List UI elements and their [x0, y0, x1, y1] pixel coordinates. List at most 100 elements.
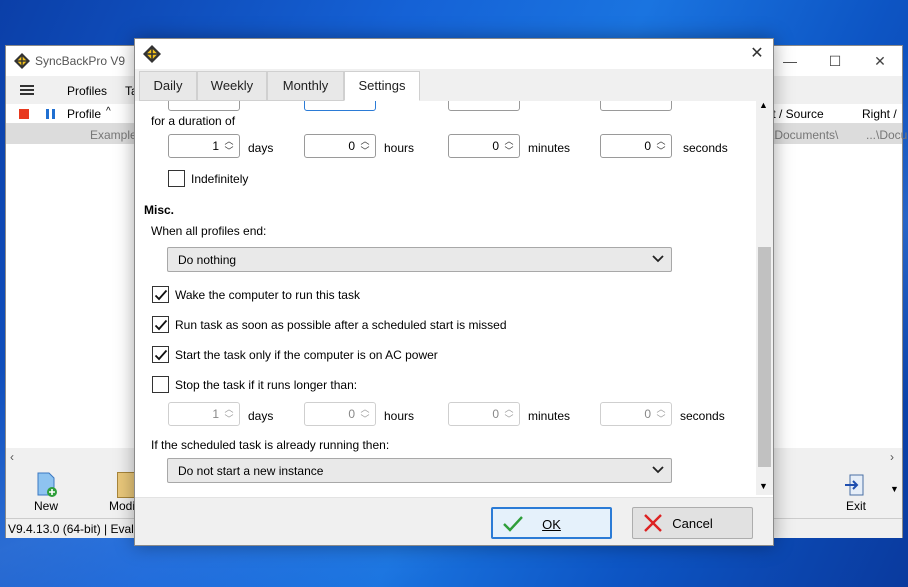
stop-minutes-unit: minutes [528, 409, 571, 423]
hamburger-menu-icon[interactable] [20, 85, 34, 95]
scroll-right-icon[interactable]: › [890, 450, 894, 464]
vertical-scrollbar[interactable]: ▲ ▼ [756, 100, 773, 495]
scrollbar-thumb[interactable] [758, 247, 771, 467]
spin-up-icon[interactable]: ︿ [654, 136, 668, 146]
cutoff-spin-3[interactable] [448, 101, 520, 111]
duration-hours-spin[interactable]: 0 ︿ ﹀ [304, 134, 376, 158]
syncback-logo-icon [143, 45, 161, 63]
tab-monthly[interactable]: Monthly [267, 71, 344, 101]
ac-power-label[interactable]: Start the task only if the computer is o… [175, 348, 438, 362]
spin-down-icon[interactable]: ﹀ [358, 146, 372, 156]
ok-button[interactable]: OK [491, 507, 612, 539]
dialog-footer: OK Cancel [135, 497, 773, 545]
chevron-down-icon [652, 466, 664, 474]
tab-settings[interactable]: Settings [344, 71, 420, 101]
stop-days-spin[interactable]: 1 ︿ ﹀ [168, 402, 240, 426]
stop-seconds-spin[interactable]: 0 ︿ ﹀ [600, 402, 672, 426]
new-document-icon [37, 472, 57, 497]
duration-days-value: 1 [212, 139, 219, 153]
column-profile[interactable]: Profile [67, 107, 101, 121]
close-main-button[interactable]: ✕ [857, 46, 903, 76]
cancel-button[interactable]: Cancel [632, 507, 753, 539]
stop-minutes-spin[interactable]: 0 ︿ ﹀ [448, 402, 520, 426]
dialog-close-icon[interactable]: ✕ [741, 39, 773, 69]
column-right[interactable]: Right / [862, 107, 897, 121]
new-label[interactable]: New [34, 499, 58, 513]
duration-seconds-value: 0 [644, 139, 651, 153]
already-running-value: Do not start a new instance [178, 464, 324, 478]
stop-seconds-value: 0 [644, 407, 651, 421]
stop-seconds-unit: seconds [680, 409, 725, 423]
already-running-select[interactable]: Do not start a new instance [167, 458, 672, 483]
cancel-label: Cancel [672, 516, 713, 531]
when-all-end-select[interactable]: Do nothing [167, 247, 672, 272]
column-left-source[interactable]: ft / Source [769, 107, 824, 121]
exit-label[interactable]: Exit [846, 499, 866, 513]
chevron-down-icon [652, 255, 664, 263]
spin-up-icon[interactable]: ︿ [358, 136, 372, 146]
spin-down-icon[interactable]: ﹀ [654, 414, 668, 424]
stop-minutes-value: 0 [492, 407, 499, 421]
duration-hours-value: 0 [348, 139, 355, 153]
missed-start-label[interactable]: Run task as soon as possible after a sch… [175, 318, 507, 332]
tab-bar: Daily Weekly Monthly Settings [135, 69, 773, 101]
when-all-end-value: Do nothing [178, 253, 237, 267]
checkmark-icon [154, 289, 168, 301]
pause-icon-bar[interactable] [46, 109, 49, 119]
stop-hours-unit: hours [384, 409, 415, 423]
exit-button[interactable] [844, 474, 866, 496]
main-window-title: SyncBackPro V9 [35, 54, 126, 68]
stop-longer-label[interactable]: Stop the task if it runs longer than: [175, 378, 357, 392]
stop-hours-value: 0 [348, 407, 355, 421]
duration-seconds-spin[interactable]: 0 ︿ ﹀ [600, 134, 672, 158]
duration-days-spin[interactable]: 1 ︿ ﹀ [168, 134, 240, 158]
ac-power-checkbox[interactable] [152, 346, 169, 363]
pause-icon[interactable] [52, 109, 55, 119]
sort-arrow-icon: ^ [106, 106, 111, 117]
spin-up-icon[interactable]: ︿ [502, 404, 516, 414]
duration-label: for a duration of [151, 114, 236, 128]
maximize-button[interactable]: ☐ [812, 46, 858, 76]
spin-up-icon[interactable]: ︿ [358, 404, 372, 414]
when-all-end-label: When all profiles end: [151, 224, 267, 238]
indefinitely-label[interactable]: Indefinitely [191, 172, 248, 186]
spin-up-icon[interactable]: ︿ [222, 404, 236, 414]
checkmark-icon [154, 319, 168, 331]
spin-down-icon[interactable]: ﹀ [222, 146, 236, 156]
spin-up-icon[interactable]: ︿ [654, 404, 668, 414]
row-right-path: ...\Docu [866, 128, 908, 142]
missed-start-checkbox[interactable] [152, 316, 169, 333]
scroll-up-icon[interactable]: ▲ [759, 100, 768, 110]
tab-weekly[interactable]: Weekly [197, 71, 267, 101]
stop-days-unit: days [248, 409, 274, 423]
spin-down-icon[interactable]: ﹀ [654, 146, 668, 156]
wake-checkbox[interactable] [152, 286, 169, 303]
menu-profiles[interactable]: Profiles [67, 84, 107, 98]
schedule-dialog: ✕ Daily Weekly Monthly Settings for a du… [134, 38, 774, 546]
indefinitely-checkbox[interactable] [168, 170, 185, 187]
tab-daily[interactable]: Daily [139, 71, 197, 101]
duration-days-unit: days [248, 141, 274, 155]
toolbar-dropdown-icon[interactable]: ▼ [890, 484, 899, 494]
spin-down-icon[interactable]: ﹀ [502, 146, 516, 156]
spin-down-icon[interactable]: ﹀ [358, 414, 372, 424]
stop-days-value: 1 [212, 407, 219, 421]
stop-longer-checkbox[interactable] [152, 376, 169, 393]
cutoff-spin-2[interactable] [304, 101, 376, 111]
spin-up-icon[interactable]: ︿ [222, 136, 236, 146]
already-running-label: If the scheduled task is already running… [151, 438, 390, 452]
wake-label[interactable]: Wake the computer to run this task [175, 288, 360, 302]
modify-label[interactable]: Modi [109, 499, 135, 513]
cutoff-spin-1[interactable] [168, 101, 240, 111]
scroll-down-icon[interactable]: ▼ [759, 481, 768, 491]
stop-hours-spin[interactable]: 0 ︿ ﹀ [304, 402, 376, 426]
stop-icon[interactable] [19, 109, 29, 119]
cutoff-spin-4[interactable] [600, 101, 672, 111]
dialog-titlebar: ✕ [135, 39, 773, 69]
duration-minutes-spin[interactable]: 0 ︿ ﹀ [448, 134, 520, 158]
spin-down-icon[interactable]: ﹀ [222, 414, 236, 424]
new-profile-button[interactable] [36, 472, 58, 498]
spin-down-icon[interactable]: ﹀ [502, 414, 516, 424]
scroll-left-icon[interactable]: ‹ [10, 450, 14, 464]
spin-up-icon[interactable]: ︿ [502, 136, 516, 146]
